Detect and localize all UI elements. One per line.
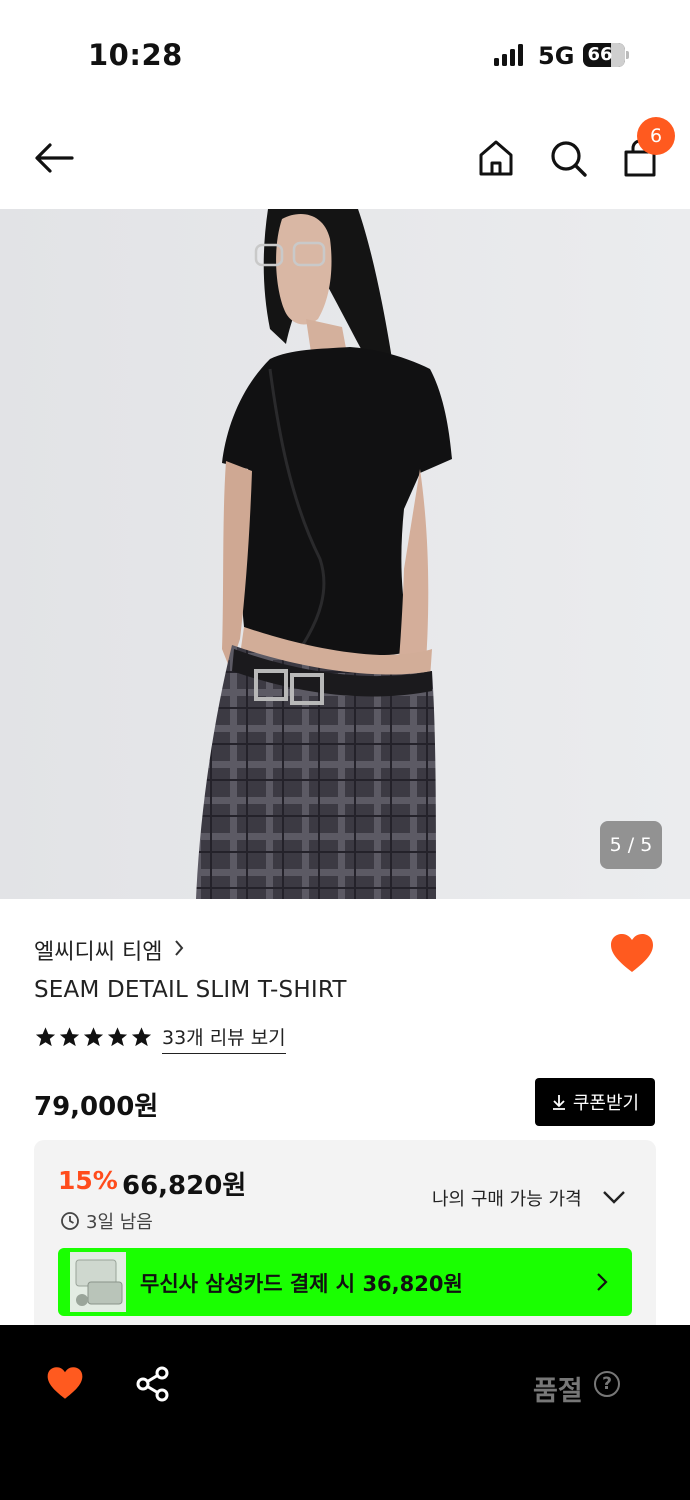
card-offer-text: 무신사 삼성카드 결제 시 36,820원 (140, 1272, 463, 1296)
signal-icon (494, 44, 528, 66)
download-icon (552, 1095, 565, 1110)
share-icon[interactable] (134, 1365, 172, 1403)
card-offer-banner[interactable]: 무신사 삼성카드 결제 시 36,820원 (58, 1248, 632, 1316)
review-link[interactable]: 33개 리뷰 보기 (162, 1023, 286, 1054)
star-icon (59, 1027, 80, 1047)
status-bar: 10:28 5G 66 (0, 0, 690, 100)
arrow-left-icon[interactable] (30, 134, 78, 182)
battery-icon: 66 (583, 43, 625, 67)
cart-count-badge: 6 (637, 117, 675, 155)
star-icon (107, 1027, 128, 1047)
top-nav (0, 110, 690, 206)
network-label: 5G (538, 42, 575, 70)
brand-name[interactable]: 엘씨디씨 티엠 (34, 934, 162, 966)
heart-icon[interactable] (46, 1365, 84, 1401)
help-icon[interactable]: ? (594, 1371, 620, 1397)
sale-price: 66,820원 (122, 1171, 247, 1201)
star-icon (131, 1027, 152, 1047)
coupon-button[interactable]: 쿠폰받기 (535, 1078, 655, 1126)
product-name: SEAM DETAIL SLIM T-SHIRT (34, 977, 347, 1003)
battery-percent: 66 (587, 44, 613, 65)
chevron-down-icon[interactable] (600, 1184, 628, 1208)
my-price-label[interactable]: 나의 구매 가능 가격 (432, 1185, 582, 1211)
product-image[interactable]: 5 / 5 (0, 209, 690, 899)
star-icon (83, 1027, 104, 1047)
heart-icon[interactable] (609, 932, 655, 974)
clock-icon (61, 1212, 79, 1230)
soldout-label: 품절 (533, 1376, 583, 1407)
time-left-label: 3일 남음 (86, 1212, 153, 1233)
bottom-action-bar: 품절 ? (0, 1325, 690, 1500)
time-left: 3일 남음 (60, 1208, 153, 1234)
status-time: 10:28 (88, 38, 183, 72)
battery-tip (626, 51, 629, 59)
search-icon[interactable] (544, 134, 592, 182)
home-icon[interactable] (472, 134, 520, 182)
coupon-button-label: 쿠폰받기 (572, 1093, 640, 1114)
model-photo (0, 209, 690, 899)
price-box: 15% 66,820원 3일 남음 나의 구매 가능 가격 무신사 삼성카드 결… (34, 1140, 656, 1340)
chevron-right-icon[interactable] (172, 937, 186, 959)
chevron-right-icon (597, 1273, 608, 1291)
card-thumbnail (60, 1252, 126, 1312)
star-icon (35, 1027, 56, 1047)
original-price: 79,000원 (34, 1092, 159, 1122)
rating-stars (34, 1023, 153, 1051)
gallery-counter: 5 / 5 (600, 821, 662, 869)
discount-rate: 15% (58, 1166, 118, 1195)
